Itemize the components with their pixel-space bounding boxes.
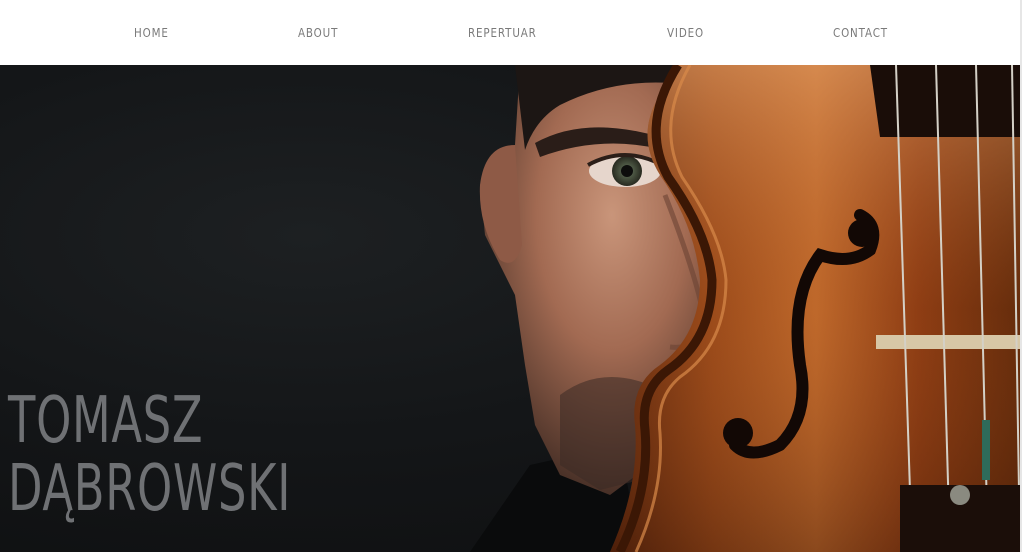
eye-pupil <box>621 165 633 177</box>
hero-section: TOMASZ DĄBROWSKI <box>0 65 1022 552</box>
nav-link-contact[interactable]: CONTACT <box>833 24 888 42</box>
f-hole-top <box>848 219 876 247</box>
nav-link-repertuar[interactable]: REPERTUAR <box>468 24 537 42</box>
ear-shape <box>479 145 522 263</box>
f-hole-bottom <box>723 418 753 448</box>
artist-name: TOMASZ DĄBROWSKI <box>8 387 428 523</box>
top-navigation: HOME ABOUT REPERTUAR VIDEO CONTACT <box>0 0 1022 65</box>
nav-link-home[interactable]: HOME <box>134 24 169 42</box>
nav-link-video[interactable]: VIDEO <box>667 24 704 42</box>
nav-link-about[interactable]: ABOUT <box>298 24 338 42</box>
artist-first-name: TOMASZ <box>8 384 204 458</box>
fine-tuner <box>982 420 990 480</box>
artist-last-name: DĄBROWSKI <box>8 452 292 526</box>
fingerboard <box>870 65 1022 137</box>
violin-bridge <box>876 335 1022 349</box>
fine-tuner-screw <box>950 485 970 505</box>
